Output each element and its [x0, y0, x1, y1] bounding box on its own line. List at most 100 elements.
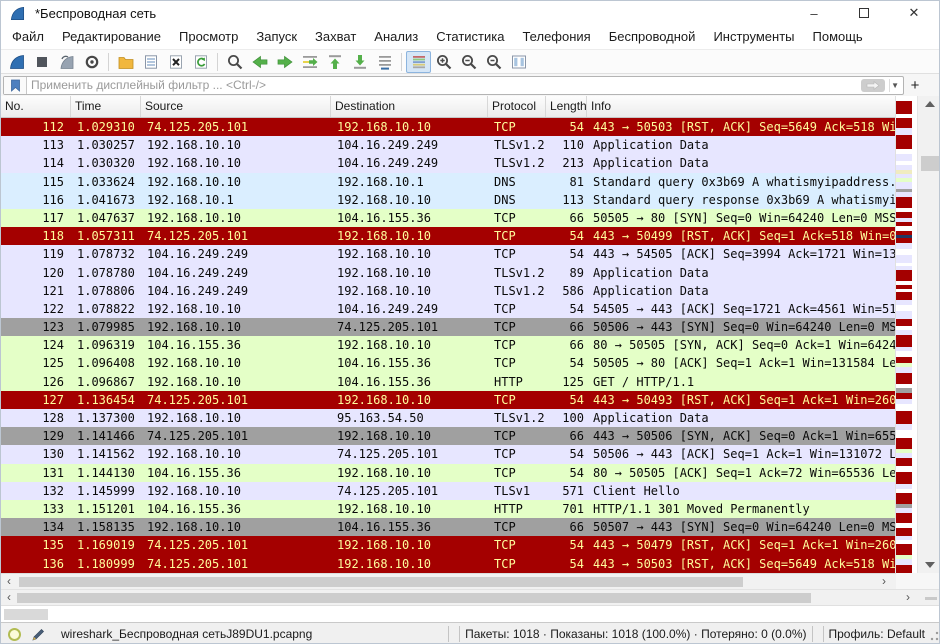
cell-no: 120 [1, 264, 71, 282]
vertical-scroll-thumb[interactable] [921, 156, 939, 171]
packet-row-119[interactable]: 1191.078732104.16.249.249192.168.10.10TC… [1, 245, 896, 263]
column-header-protocol[interactable]: Protocol [488, 96, 546, 117]
packet-list-hscrollbar[interactable]: ‹ › [1, 573, 896, 589]
packet-row-117[interactable]: 1171.047637192.168.10.10104.16.155.36TCP… [1, 209, 896, 227]
packet-row-120[interactable]: 1201.078780104.16.249.249192.168.10.10TL… [1, 264, 896, 282]
packet-row-113[interactable]: 1131.030257192.168.10.10104.16.249.249TL… [1, 136, 896, 154]
packet-row-132[interactable]: 1321.145999192.168.10.1074.125.205.101TL… [1, 482, 896, 500]
profile-label[interactable]: Профиль: Default [829, 627, 926, 641]
packet-row-114[interactable]: 1141.030320192.168.10.10104.16.249.249TL… [1, 154, 896, 172]
go-to-bottom-button[interactable] [347, 51, 372, 73]
packet-row-115[interactable]: 1151.033624192.168.10.10192.168.10.1DNS8… [1, 173, 896, 191]
save-file-button[interactable] [138, 51, 163, 73]
scroll-left-arrow[interactable]: ‹ [1, 590, 17, 606]
cell-destination: 74.125.205.101 [331, 445, 488, 463]
minimap-stripe [896, 101, 912, 113]
packet-row-136[interactable]: 1361.18099974.125.205.101192.168.10.10TC… [1, 555, 896, 573]
menu-item-0[interactable]: Файл [3, 25, 53, 49]
hscroll-thumb[interactable] [17, 593, 811, 603]
column-header-time[interactable]: Time [71, 96, 141, 117]
packet-row-118[interactable]: 1181.05731174.125.205.101192.168.10.10TC… [1, 227, 896, 245]
packet-row-123[interactable]: 1231.079985192.168.10.1074.125.205.101TC… [1, 318, 896, 336]
packet-row-129[interactable]: 1291.14146674.125.205.101192.168.10.10TC… [1, 427, 896, 445]
packet-row-127[interactable]: 1271.13645474.125.205.101192.168.10.10TC… [1, 391, 896, 409]
packet-row-125[interactable]: 1251.096408192.168.10.10104.16.155.36TCP… [1, 354, 896, 372]
scroll-right-arrow[interactable]: › [876, 574, 892, 590]
close-file-button[interactable] [163, 51, 188, 73]
start-capture-button[interactable] [4, 51, 29, 73]
maximize-button[interactable] [839, 1, 889, 25]
reload-file-button[interactable] [188, 51, 213, 73]
cell-destination: 104.16.249.249 [331, 136, 488, 154]
scroll-down-arrow[interactable] [918, 557, 940, 573]
packet-row-122[interactable]: 1221.078822192.168.10.10104.16.249.249TC… [1, 300, 896, 318]
column-header-no[interactable]: No. [1, 96, 71, 117]
packet-row-135[interactable]: 1351.16901974.125.205.101192.168.10.10TC… [1, 536, 896, 554]
packet-row-128[interactable]: 1281.137300192.168.10.1095.163.54.50TLSv… [1, 409, 896, 427]
resize-columns-button[interactable] [506, 51, 531, 73]
packet-row-121[interactable]: 1211.078806104.16.249.249192.168.10.10TL… [1, 282, 896, 300]
menu-item-5[interactable]: Анализ [365, 25, 427, 49]
open-file-button[interactable] [113, 51, 138, 73]
packet-row-130[interactable]: 1301.141562192.168.10.1074.125.205.101TC… [1, 445, 896, 463]
restart-capture-button[interactable] [54, 51, 79, 73]
packet-row-124[interactable]: 1241.096319104.16.155.36192.168.10.10TCP… [1, 336, 896, 354]
packet-row-134[interactable]: 1341.158135192.168.10.10104.16.155.36TCP… [1, 518, 896, 536]
packet-row-131[interactable]: 1311.144130104.16.155.36192.168.10.10TCP… [1, 464, 896, 482]
vertical-scrollbar[interactable] [917, 96, 940, 573]
add-filter-button[interactable]: + [904, 77, 926, 94]
menu-item-8[interactable]: Беспроводной [600, 25, 705, 49]
packet-row-133[interactable]: 1331.151201104.16.155.36192.168.10.10HTT… [1, 500, 896, 518]
column-header-source[interactable]: Source [141, 96, 331, 117]
splitter-handle[interactable] [925, 597, 937, 600]
go-to-top-button[interactable] [322, 51, 347, 73]
minimap[interactable] [895, 96, 912, 573]
go-back-button[interactable] [247, 51, 272, 73]
minimize-button[interactable]: – [789, 1, 839, 25]
apply-filter-button[interactable] [861, 79, 885, 92]
menu-item-7[interactable]: Телефония [513, 25, 599, 49]
go-forward-button[interactable] [272, 51, 297, 73]
go-to-packet-button[interactable] [297, 51, 322, 73]
lower-hscrollbar[interactable]: ‹ › [1, 589, 940, 605]
hscroll-thumb[interactable] [19, 577, 743, 587]
capture-options-button[interactable] [79, 51, 104, 73]
column-header-destination[interactable]: Destination [331, 96, 488, 117]
resize-grip[interactable] [929, 627, 939, 641]
menu-item-1[interactable]: Редактирование [53, 25, 170, 49]
zoom-original-button[interactable] [481, 51, 506, 73]
capture-filename[interactable]: wireshark_Беспроводная сетьJ89DU1.pcapng [61, 627, 312, 641]
cell-protocol: TCP [488, 555, 546, 573]
menu-item-2[interactable]: Просмотр [170, 25, 247, 49]
zoom-in-button[interactable] [431, 51, 456, 73]
go-back-icon [251, 53, 269, 71]
menu-item-9[interactable]: Инструменты [704, 25, 803, 49]
packet-row-126[interactable]: 1261.096867192.168.10.10104.16.155.36HTT… [1, 373, 896, 391]
scroll-left-arrow[interactable]: ‹ [1, 574, 17, 590]
scroll-right-arrow[interactable]: › [900, 590, 916, 606]
menu-item-3[interactable]: Запуск [247, 25, 306, 49]
find-packet-button[interactable] [222, 51, 247, 73]
expert-info-icon[interactable] [8, 628, 21, 641]
auto-scroll-button[interactable] [372, 51, 397, 73]
display-filter-input[interactable] [27, 78, 861, 92]
packet-row-116[interactable]: 1161.041673192.168.10.1192.168.10.10DNS1… [1, 191, 896, 209]
cell-time: 1.144130 [71, 464, 141, 482]
menu-item-4[interactable]: Захват [306, 25, 365, 49]
packet-row-112[interactable]: 1121.02931074.125.205.101192.168.10.10TC… [1, 118, 896, 136]
capture-comment-icon[interactable] [31, 627, 46, 642]
filter-bookmark-button[interactable] [4, 77, 27, 94]
column-header-info[interactable]: Info [587, 96, 896, 117]
scroll-up-arrow[interactable] [918, 96, 940, 112]
zoom-out-button[interactable] [456, 51, 481, 73]
column-header-length[interactable]: Length [546, 96, 587, 117]
close-button[interactable]: ✕ [889, 1, 939, 25]
menu-item-6[interactable]: Статистика [427, 25, 513, 49]
menu-item-10[interactable]: Помощь [804, 25, 872, 49]
cell-length: 110 [546, 136, 587, 154]
filter-dropdown-caret[interactable]: ▼ [889, 79, 903, 92]
cell-info: 54505 → 443 [ACK] Seq=1721 Ack=4561 Win=… [587, 300, 896, 318]
cell-source: 192.168.10.10 [141, 373, 331, 391]
stop-capture-button[interactable] [29, 51, 54, 73]
colorize-packets-button[interactable] [406, 51, 431, 73]
